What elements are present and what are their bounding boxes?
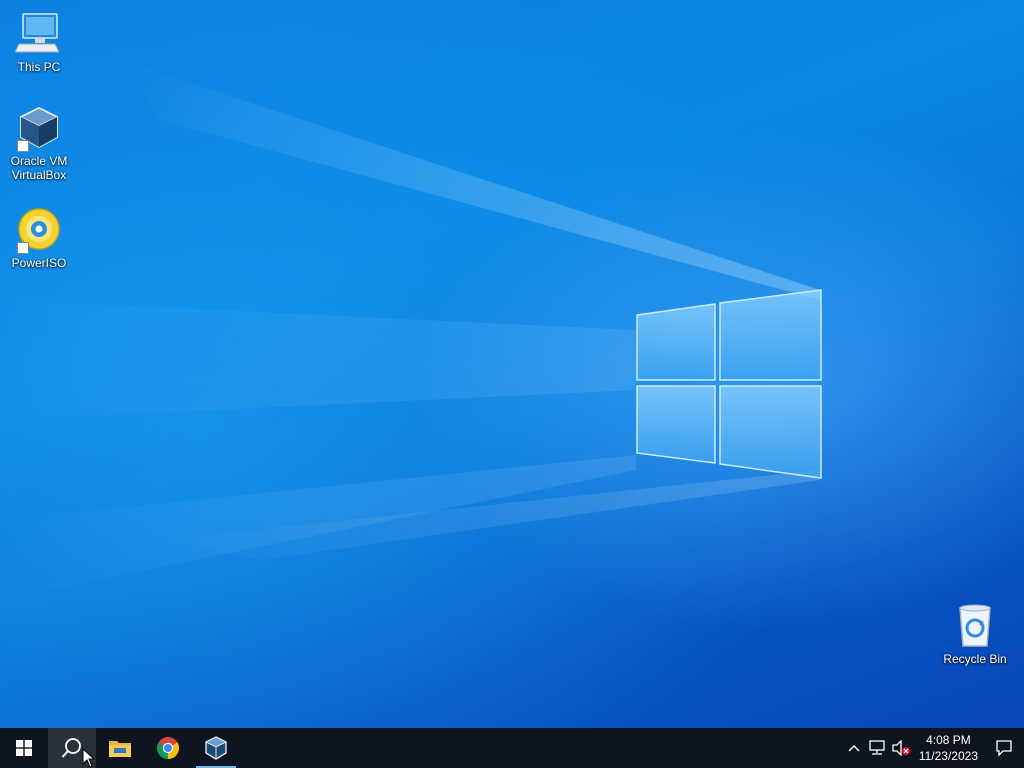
this-pc-icon bbox=[14, 10, 63, 58]
clock[interactable]: 4:08 PM 11/23/2023 bbox=[913, 728, 984, 768]
desktop-icon-this-pc[interactable]: This PC bbox=[1, 10, 77, 74]
virtualbox-icon bbox=[15, 104, 63, 152]
windows-start-icon bbox=[16, 740, 32, 756]
clock-date: 11/23/2023 bbox=[918, 749, 978, 763]
shortcut-arrow-icon bbox=[17, 140, 29, 152]
network-icon bbox=[869, 740, 885, 755]
recycle-bin-icon bbox=[951, 602, 999, 650]
virtualbox-icon bbox=[204, 736, 228, 760]
clock-time: 4:08 PM bbox=[926, 733, 971, 747]
mouse-cursor bbox=[82, 748, 96, 768]
file-explorer-button[interactable] bbox=[96, 728, 144, 768]
desktop-icon-label: Recycle Bin bbox=[943, 652, 1007, 666]
action-center-button[interactable] bbox=[984, 728, 1024, 768]
desktop-icon-label: Oracle VM bbox=[10, 154, 68, 168]
start-button[interactable] bbox=[0, 728, 48, 768]
action-center-icon bbox=[996, 740, 1012, 757]
chrome-icon bbox=[157, 737, 179, 759]
desktop-icon-recycle-bin[interactable]: Recycle Bin bbox=[937, 602, 1013, 666]
shortcut-arrow-icon bbox=[17, 242, 29, 254]
file-explorer-icon bbox=[109, 741, 131, 757]
desktop-icon-label: This PC bbox=[17, 60, 61, 74]
desktop-icon-label: PowerISO bbox=[11, 256, 67, 270]
volume-button[interactable] bbox=[889, 728, 913, 768]
network-button[interactable] bbox=[865, 728, 889, 768]
speaker-muted-icon bbox=[892, 740, 910, 756]
virtualbox-taskbar-button[interactable] bbox=[192, 728, 240, 768]
desktop-icon-virtualbox[interactable]: Oracle VM VirtualBox bbox=[1, 104, 77, 182]
desktop[interactable]: This PC Oracle VM VirtualBox PowerISO Re… bbox=[0, 0, 1024, 728]
chrome-button[interactable] bbox=[144, 728, 192, 768]
windows-logo-wallpaper bbox=[636, 289, 822, 479]
search-icon bbox=[61, 738, 81, 758]
taskbar: 4:08 PM 11/23/2023 bbox=[0, 728, 1024, 768]
desktop-icon-label-line2: VirtualBox bbox=[11, 168, 67, 182]
system-tray: 4:08 PM 11/23/2023 bbox=[843, 728, 1024, 768]
chevron-up-icon bbox=[848, 745, 860, 752]
poweriso-icon bbox=[15, 206, 63, 254]
show-hidden-icons-button[interactable] bbox=[843, 728, 865, 768]
desktop-icon-poweriso[interactable]: PowerISO bbox=[1, 206, 77, 270]
